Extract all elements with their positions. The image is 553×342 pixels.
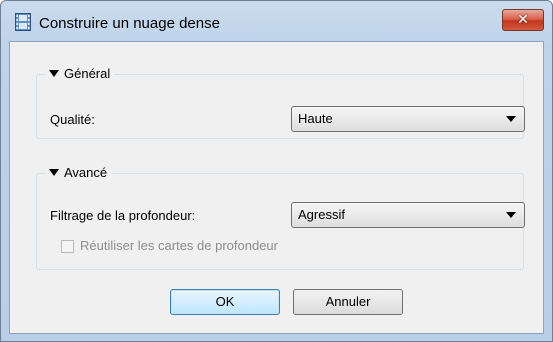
window-title: Construire un nuage dense bbox=[39, 15, 220, 32]
film-strip-icon bbox=[15, 13, 31, 31]
cancel-button-label: Annuler bbox=[325, 294, 371, 309]
dropdown-arrow-icon bbox=[506, 212, 516, 218]
close-button[interactable]: ✕ bbox=[502, 9, 544, 31]
dialog-body: Général Qualité: Haute Avancé Filtrage d… bbox=[9, 41, 544, 334]
expanded-triangle-icon bbox=[49, 70, 59, 77]
reuse-depth-checkbox[interactable] bbox=[61, 240, 74, 253]
advanced-group-title: Avancé bbox=[64, 165, 108, 180]
quality-label: Qualité: bbox=[50, 112, 95, 127]
general-group-header[interactable]: Général bbox=[45, 66, 115, 81]
depth-filter-select[interactable]: Agressif bbox=[291, 202, 525, 228]
advanced-group: Avancé Filtrage de la profondeur: Agress… bbox=[36, 165, 525, 270]
general-group: Général Qualité: Haute bbox=[36, 66, 525, 139]
depth-filter-label: Filtrage de la profondeur: bbox=[50, 208, 196, 223]
reuse-depth-label: Réutiliser les cartes de profondeur bbox=[80, 238, 278, 253]
title-bar[interactable]: Construire un nuage dense ✕ bbox=[1, 1, 552, 41]
dropdown-arrow-icon bbox=[506, 116, 516, 122]
cancel-button[interactable]: Annuler bbox=[293, 289, 403, 315]
quality-select-value: Haute bbox=[298, 111, 333, 126]
advanced-group-header[interactable]: Avancé bbox=[45, 165, 112, 180]
quality-select[interactable]: Haute bbox=[291, 106, 525, 132]
ok-button-label: OK bbox=[215, 294, 235, 309]
close-icon: ✕ bbox=[517, 12, 529, 28]
dialog-window: Construire un nuage dense ✕ Général Qual… bbox=[0, 0, 553, 342]
depth-filter-select-value: Agressif bbox=[298, 207, 345, 222]
ok-button[interactable]: OK bbox=[170, 289, 280, 315]
expanded-triangle-icon bbox=[49, 169, 59, 176]
general-group-title: Général bbox=[64, 66, 111, 81]
